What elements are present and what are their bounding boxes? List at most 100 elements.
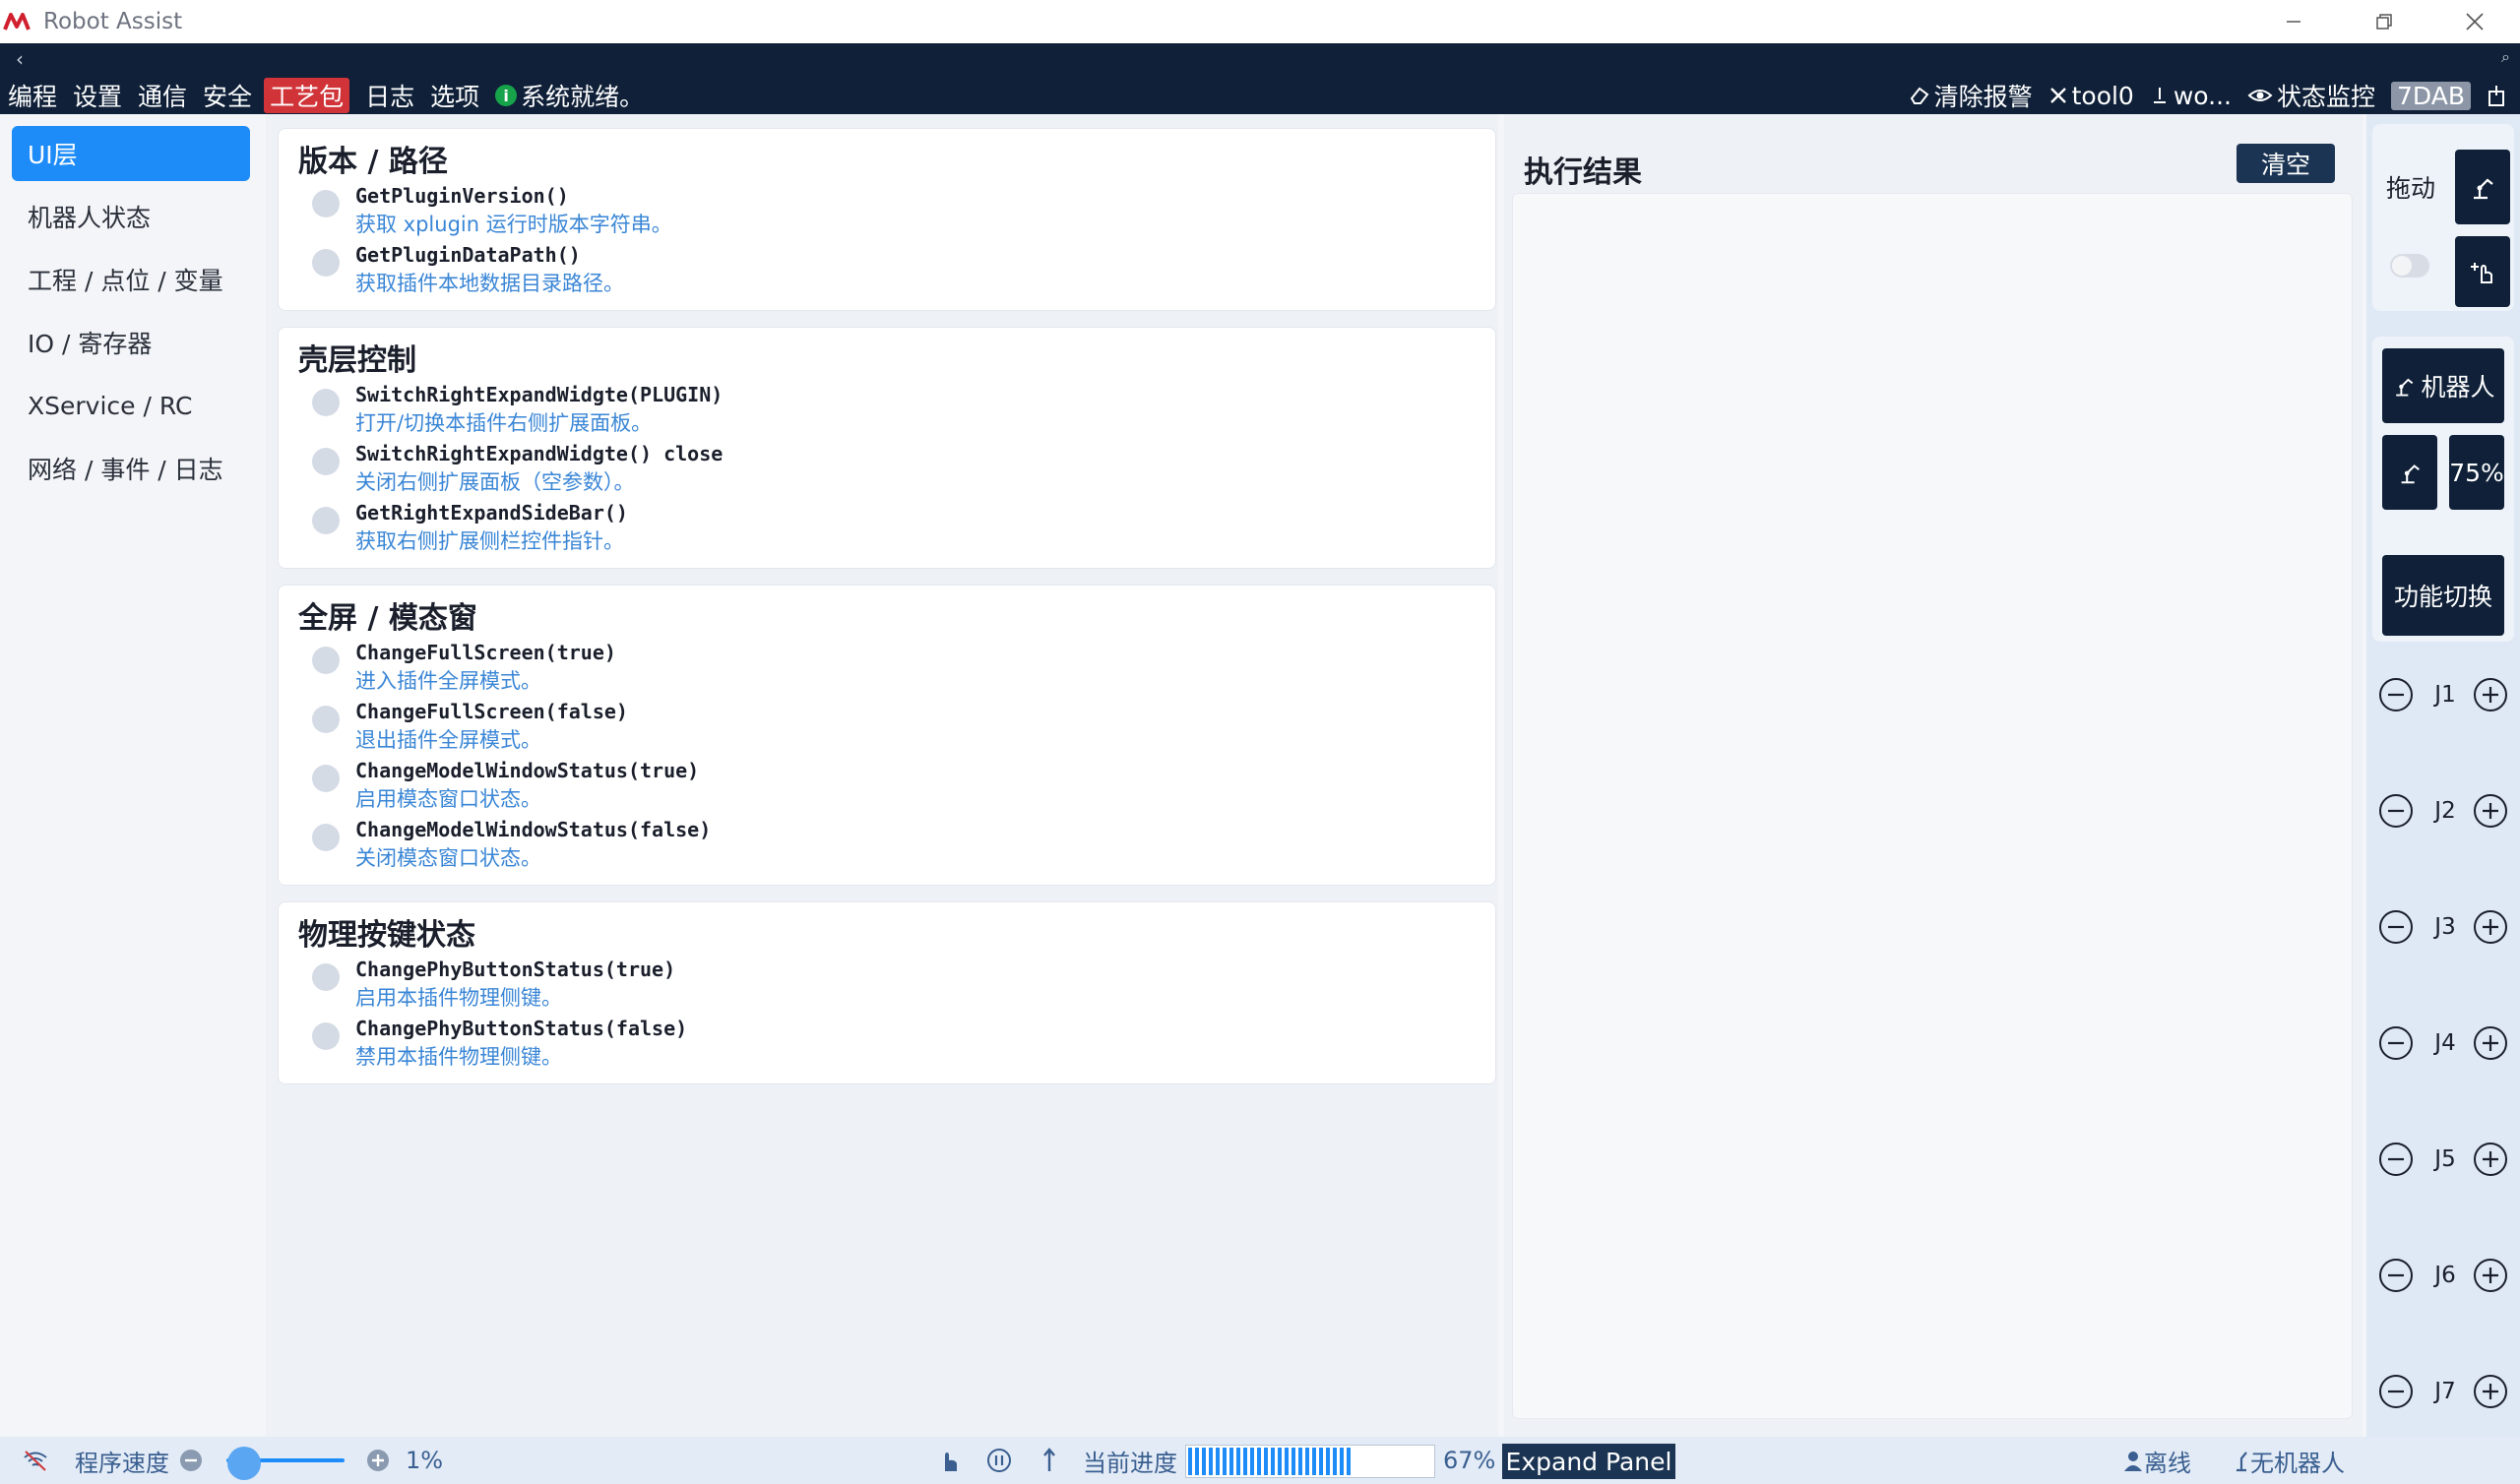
api-function-name: GetPluginDataPath()	[355, 243, 581, 267]
api-description: 启用本插件物理侧键。	[355, 986, 562, 1010]
speed-button[interactable]: 75%	[2449, 435, 2504, 510]
tool-selector[interactable]: tool0	[2048, 82, 2134, 110]
api-list-panel: 版本 / 路径 GetPluginVersion() 获取 xplugin 运行…	[266, 114, 1498, 1437]
speed-increase-button[interactable]	[366, 1437, 390, 1484]
pause-icon[interactable]	[986, 1437, 1012, 1484]
minus-circle-icon[interactable]	[2378, 1142, 2414, 1177]
minus-circle-icon[interactable]	[2378, 1374, 2414, 1409]
minus-circle-icon[interactable]	[2378, 1258, 2414, 1293]
eraser-icon	[1910, 87, 1928, 104]
robot-mode-button[interactable]	[2382, 435, 2437, 510]
plus-circle-icon[interactable]	[2473, 1025, 2508, 1061]
radio-button[interactable]	[312, 1022, 340, 1050]
robot-status: 无机器人	[2233, 1437, 2345, 1484]
close-button[interactable]	[2429, 0, 2520, 43]
api-item[interactable]: ChangeFullScreen(true) 进入插件全屏模式。	[298, 639, 1476, 698]
radio-button[interactable]	[312, 765, 340, 792]
api-item[interactable]: GetPluginDataPath() 获取插件本地数据目录路径。	[298, 241, 1476, 300]
results-output-area[interactable]	[1512, 193, 2353, 1419]
minus-circle-icon[interactable]	[2378, 909, 2414, 945]
menu-settings[interactable]: 设置	[73, 78, 122, 113]
radio-button[interactable]	[312, 249, 340, 277]
restore-button[interactable]	[2339, 0, 2429, 43]
api-item[interactable]: ChangeModelWindowStatus(false) 关闭模态窗口状态。	[298, 816, 1476, 875]
speed-decrease-button[interactable]	[179, 1437, 203, 1484]
api-item[interactable]: ChangeModelWindowStatus(true) 启用模态窗口状态。	[298, 757, 1476, 816]
step-icon[interactable]	[1041, 1437, 1057, 1484]
plus-circle-icon[interactable]	[2473, 677, 2508, 712]
sidebar-item-io-registers[interactable]: IO / 寄存器	[12, 315, 250, 370]
workpiece-label: wo...	[2173, 81, 2232, 110]
api-item[interactable]: ChangeFullScreen(false) 退出插件全屏模式。	[298, 698, 1476, 757]
device-connect-button[interactable]	[2487, 84, 2510, 107]
connection-status-label: 离线	[2144, 1449, 2191, 1477]
minus-circle-icon[interactable]	[2378, 793, 2414, 829]
drag-mode-button[interactable]	[2455, 150, 2510, 224]
api-item[interactable]: SwitchRightExpandWidgte() close 关闭右侧扩展面板…	[298, 440, 1476, 499]
radio-button[interactable]	[312, 706, 340, 733]
sidebar-item-xservice-rc[interactable]: XService / RC	[12, 378, 250, 433]
joint-label: J1	[2434, 682, 2456, 708]
joint-row-j7: J7	[2366, 1370, 2520, 1413]
menu-log[interactable]: 日志	[365, 78, 414, 113]
section-title: 壳层控制	[298, 343, 416, 378]
radio-button[interactable]	[312, 190, 340, 217]
function-switch-button[interactable]: 功能切换	[2382, 555, 2504, 636]
radio-button[interactable]	[312, 824, 340, 851]
radio-button[interactable]	[312, 507, 340, 534]
menu-safety[interactable]: 安全	[203, 78, 252, 113]
hand-guide-button[interactable]	[2455, 236, 2510, 307]
menu-process-package[interactable]: 工艺包	[264, 78, 350, 113]
sidebar-item-robot-status[interactable]: 机器人状态	[12, 189, 250, 244]
minus-circle-icon[interactable]	[2378, 677, 2414, 712]
minus-circle-icon[interactable]	[2378, 1025, 2414, 1061]
plus-circle-icon[interactable]	[2473, 1142, 2508, 1177]
sidebar-item-project-points-vars[interactable]: 工程 / 点位 / 变量	[12, 252, 250, 307]
section-physical-buttons: 物理按键状态 ChangePhyButtonStatus(true) 启用本插件…	[278, 901, 1496, 1084]
clear-alarm-label: 清除报警	[1933, 83, 2033, 111]
main-menu: 编程 设置 通信 安全 工艺包 日志 选项 i 系统就绪。	[8, 78, 644, 113]
robot-button[interactable]: 机器人	[2382, 348, 2504, 423]
api-item[interactable]: ChangePhyButtonStatus(false) 禁用本插件物理侧键。	[298, 1015, 1476, 1074]
api-description: 获取 xplugin 运行时版本字符串。	[355, 213, 672, 236]
menu-communication[interactable]: 通信	[138, 78, 187, 113]
api-item[interactable]: GetRightExpandSideBar() 获取右侧扩展侧栏控件指针。	[298, 499, 1476, 558]
drag-toggle[interactable]	[2390, 254, 2429, 278]
api-item[interactable]: SwitchRightExpandWidgte(PLUGIN) 打开/切换本插件…	[298, 381, 1476, 440]
api-description: 获取右侧扩展侧栏控件指针。	[355, 529, 624, 553]
hand-pointer-icon[interactable]	[937, 1437, 961, 1484]
expand-panel-button[interactable]: Expand Panel	[1502, 1444, 1675, 1479]
api-description: 进入插件全屏模式。	[355, 669, 541, 693]
workpiece-selector[interactable]: wo...	[2150, 82, 2232, 110]
radio-button[interactable]	[312, 963, 340, 991]
minus-circle-icon	[180, 1450, 202, 1471]
plus-circle-icon[interactable]	[2473, 793, 2508, 829]
clear-alarm-button[interactable]: 清除报警	[1909, 78, 2033, 113]
api-function-name: GetPluginVersion()	[355, 184, 569, 208]
clear-results-button[interactable]: 清空	[2236, 144, 2335, 183]
api-function-name: ChangeModelWindowStatus(true)	[355, 759, 700, 782]
search-icon[interactable]: ⌕	[2501, 47, 2510, 67]
menu-options[interactable]: 选项	[430, 78, 479, 113]
menu-program[interactable]: 编程	[8, 78, 57, 113]
joint-label: J5	[2434, 1146, 2456, 1172]
sidebar-item-ui-layer[interactable]: UI层	[12, 126, 250, 181]
radio-button[interactable]	[312, 448, 340, 475]
plus-circle-icon[interactable]	[2473, 1258, 2508, 1293]
section-title: 版本 / 路径	[298, 145, 448, 179]
api-item[interactable]: ChangePhyButtonStatus(true) 启用本插件物理侧键。	[298, 956, 1476, 1015]
radio-button[interactable]	[312, 389, 340, 416]
eye-icon	[2247, 90, 2273, 101]
plus-circle-icon[interactable]	[2473, 1374, 2508, 1409]
program-speed-slider-handle[interactable]	[227, 1447, 261, 1480]
sidebar-item-network-events-log[interactable]: 网络 / 事件 / 日志	[12, 441, 250, 496]
status-monitor-button[interactable]: 状态监控	[2247, 78, 2375, 113]
api-function-name: SwitchRightExpandWidgte() close	[355, 442, 724, 465]
minimize-button[interactable]	[2248, 0, 2339, 43]
plus-circle-icon[interactable]	[2473, 909, 2508, 945]
back-chevron-icon[interactable]: ‹	[16, 47, 24, 71]
system-status: i 系统就绪。	[495, 78, 644, 113]
section-version-path: 版本 / 路径 GetPluginVersion() 获取 xplugin 运行…	[278, 128, 1496, 311]
api-item[interactable]: GetPluginVersion() 获取 xplugin 运行时版本字符串。	[298, 182, 1476, 241]
radio-button[interactable]	[312, 647, 340, 674]
